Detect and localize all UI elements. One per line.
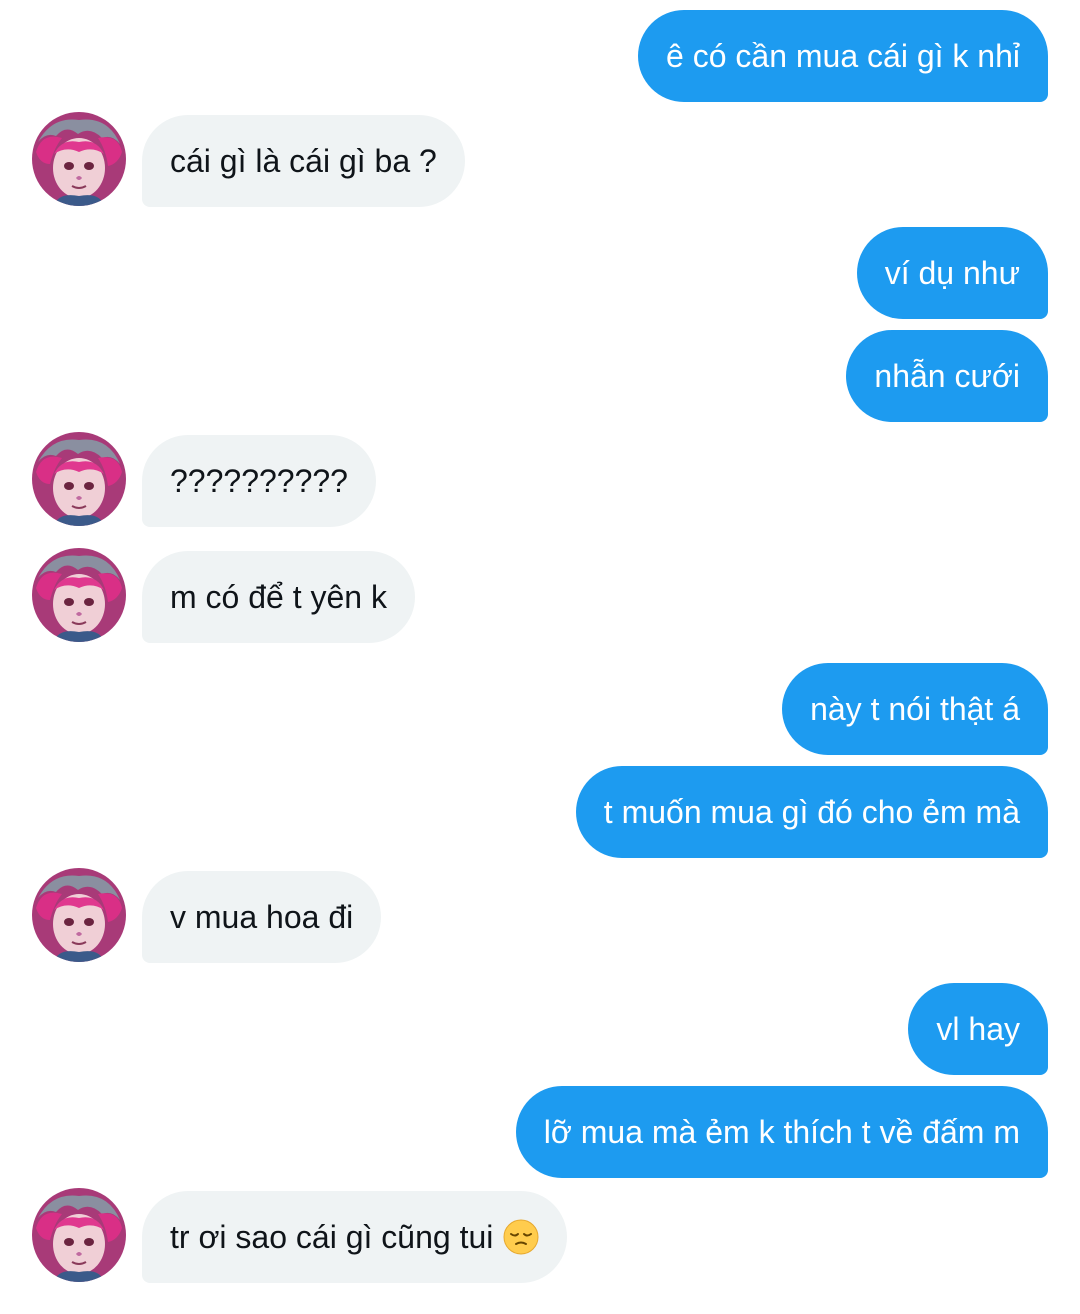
contact-avatar[interactable] bbox=[32, 432, 126, 526]
message-bubble-received[interactable]: cái gì là cái gì ba ? bbox=[142, 115, 465, 207]
avatar-image bbox=[32, 1188, 126, 1282]
message-text: ?????????? bbox=[170, 462, 348, 499]
contact-avatar[interactable] bbox=[32, 548, 126, 642]
message-text: m có để t yên k bbox=[170, 578, 387, 615]
message-text: nhẫn cưới bbox=[874, 357, 1020, 394]
message-bubble-sent[interactable]: này t nói thật á bbox=[782, 663, 1048, 755]
message-text: lỡ mua mà ẻm k thích t về đấm m bbox=[543, 1113, 1020, 1150]
message-text: tr ơi sao cái gì cũng tui bbox=[170, 1218, 494, 1255]
avatar-image bbox=[32, 548, 126, 642]
message-text: này t nói thật á bbox=[810, 690, 1020, 727]
message-text: cái gì là cái gì ba ? bbox=[170, 142, 437, 179]
message-bubble-received[interactable]: tr ơi sao cái gì cũng tui bbox=[142, 1191, 568, 1283]
message-bubble-sent[interactable]: t muốn mua gì đó cho ẻm mà bbox=[575, 766, 1048, 858]
message-text: ê có cần mua cái gì k nhỉ bbox=[666, 37, 1020, 74]
message-bubble-sent[interactable]: ví dụ như bbox=[856, 227, 1048, 319]
message-text: vl hay bbox=[936, 1010, 1020, 1047]
message-text: v mua hoa đi bbox=[170, 898, 354, 935]
message-bubble-received[interactable]: v mua hoa đi bbox=[142, 871, 382, 963]
contact-avatar[interactable] bbox=[32, 112, 126, 206]
chat-thread: ê có cần mua cái gì k nhỉ cái gì là cái … bbox=[0, 0, 1080, 1314]
contact-avatar[interactable] bbox=[32, 868, 126, 962]
avatar-image bbox=[32, 112, 126, 206]
message-bubble-sent[interactable]: nhẫn cưới bbox=[846, 330, 1048, 422]
message-text: ví dụ như bbox=[884, 254, 1020, 291]
avatar-image bbox=[32, 868, 126, 962]
message-bubble-sent[interactable]: lỡ mua mà ẻm k thích t về đấm m bbox=[515, 1086, 1048, 1178]
avatar-image bbox=[32, 432, 126, 526]
message-bubble-sent[interactable]: ê có cần mua cái gì k nhỉ bbox=[638, 10, 1048, 102]
message-text: t muốn mua gì đó cho ẻm mà bbox=[603, 793, 1020, 830]
message-bubble-received[interactable]: ?????????? bbox=[142, 435, 376, 527]
contact-avatar[interactable] bbox=[32, 1188, 126, 1282]
pensive-face-icon bbox=[503, 1219, 539, 1255]
message-bubble-received[interactable]: m có để t yên k bbox=[142, 551, 415, 643]
message-bubble-sent[interactable]: vl hay bbox=[908, 983, 1048, 1075]
